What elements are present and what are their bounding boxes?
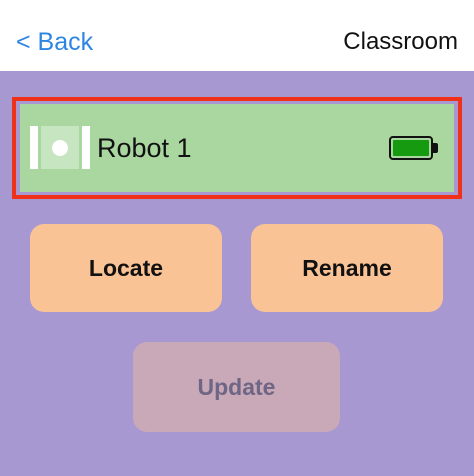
locate-button[interactable]: Locate — [30, 224, 222, 312]
navigation-bar: < Back Classroom — [0, 0, 474, 71]
robot-icon — [30, 126, 90, 169]
robot-list-item[interactable]: Robot 1 — [20, 104, 454, 192]
battery-body — [389, 136, 433, 160]
update-button[interactable]: Update — [133, 342, 340, 432]
rename-button[interactable]: Rename — [251, 224, 443, 312]
battery-icon — [389, 136, 439, 160]
robot-icon-dot — [52, 139, 68, 156]
back-button[interactable]: < Back — [16, 26, 93, 58]
robot-name: Robot 1 — [97, 133, 192, 163]
battery-tip — [433, 143, 438, 153]
battery-fill — [393, 140, 429, 156]
page-title: Classroom — [343, 28, 458, 55]
